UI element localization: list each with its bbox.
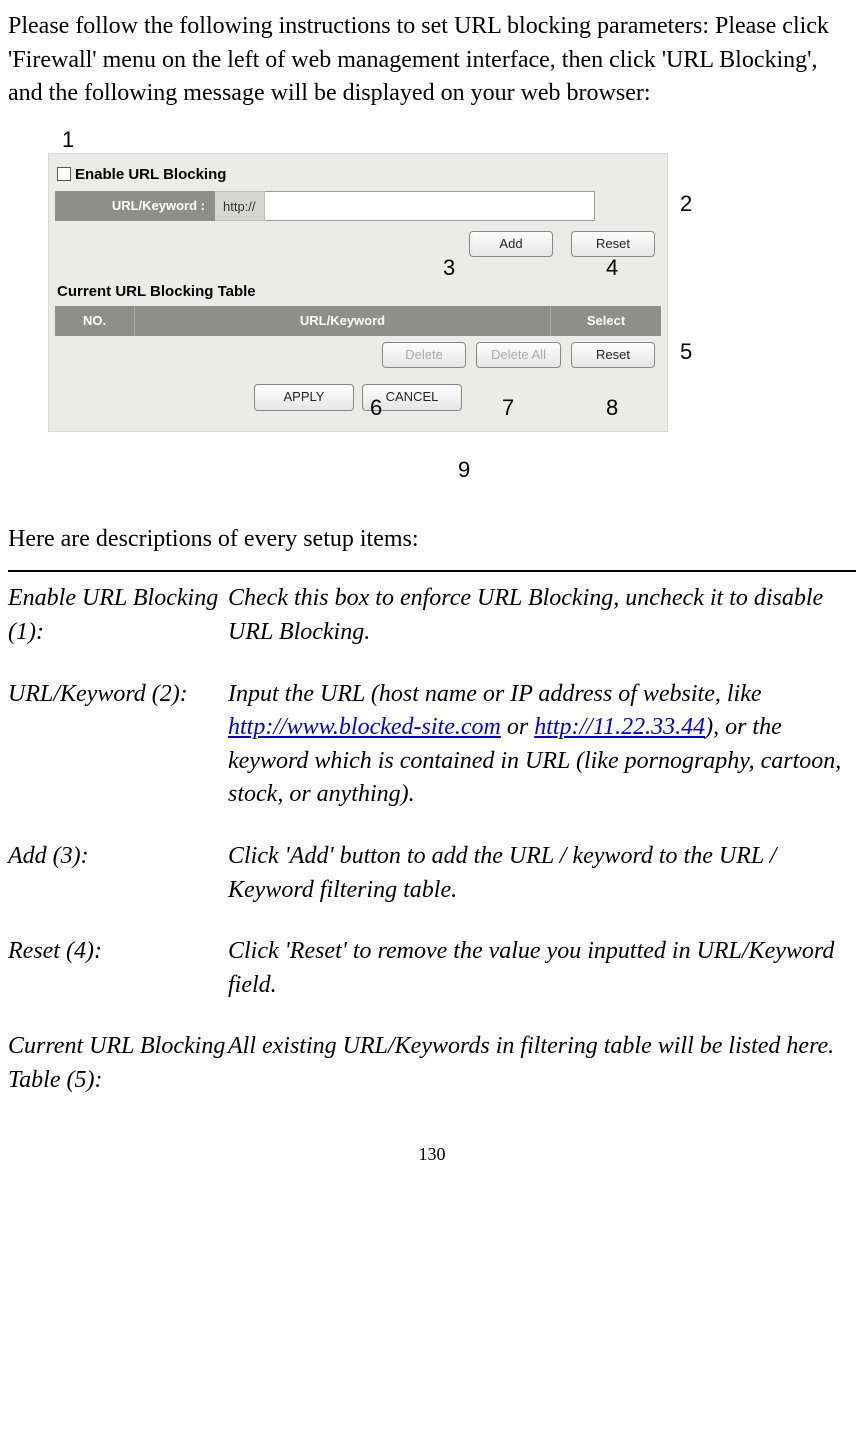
def-body: Input the URL (host name or IP address o… [228,678,856,812]
definitions-list: Enable URL Blocking (1): Check this box … [8,582,856,1097]
screenshot-figure: Enable URL Blocking URL/Keyword : http:/… [48,135,728,495]
def-term: URL/Keyword (2): [8,678,228,812]
def-term: Reset (4): [8,935,228,1002]
def-text: or [501,714,534,740]
def-body: Click 'Add' button to add the URL / keyw… [228,840,856,907]
reset2-button[interactable]: Reset [571,342,655,368]
descriptions-intro: Here are descriptions of every setup ite… [8,523,856,557]
def-term: Current URL Blocking Table (5): [8,1030,228,1097]
def-enable: Enable URL Blocking (1): Check this box … [8,582,856,649]
callout-6: 6 [370,393,382,424]
add-reset-row: Add Reset [55,221,661,263]
table-title: Current URL Blocking Table [55,263,661,306]
def-body: Check this box to enforce URL Blocking, … [228,582,856,649]
def-term: Enable URL Blocking (1): [8,582,228,649]
delete-all-button[interactable]: Delete All [476,342,561,368]
th-no: NO. [55,306,135,336]
example-link-1[interactable]: http://www.blocked-site.com [228,714,501,740]
example-link-2[interactable]: http://11.22.33.44 [534,714,705,740]
callout-2: 2 [680,189,692,220]
def-body: Click 'Reset' to remove the value you in… [228,935,856,1002]
th-select: Select [551,306,661,336]
enable-label: Enable URL Blocking [75,164,226,185]
apply-cancel-row: APPLY CANCEL [55,374,661,416]
delete-button[interactable]: Delete [382,342,466,368]
def-text: Input the URL (host name or IP address o… [228,681,762,707]
def-body: All existing URL/Keywords in filtering t… [228,1030,856,1097]
apply-button[interactable]: APPLY [254,384,354,410]
enable-checkbox[interactable] [57,167,71,181]
enable-row: Enable URL Blocking [55,160,661,191]
http-prefix: http:// [215,191,265,221]
url-keyword-label: URL/Keyword : [55,191,215,221]
def-add: Add (3): Click 'Add' button to add the U… [8,840,856,907]
def-current-table: Current URL Blocking Table (5): All exis… [8,1030,856,1097]
callout-4: 4 [606,253,618,284]
table-header: NO. URL/Keyword Select [55,306,661,336]
callout-9: 9 [458,455,470,486]
callout-3: 3 [443,253,455,284]
callout-5: 5 [680,337,692,368]
delete-row: Delete Delete All Reset [55,336,661,374]
def-reset: Reset (4): Click 'Reset' to remove the v… [8,935,856,1002]
def-url-keyword: URL/Keyword (2): Input the URL (host nam… [8,678,856,812]
th-keyword: URL/Keyword [135,306,551,336]
divider [8,570,856,572]
callout-7: 7 [502,393,514,424]
url-input[interactable] [265,191,595,221]
add-button[interactable]: Add [469,231,553,257]
url-blocking-panel: Enable URL Blocking URL/Keyword : http:/… [48,153,668,432]
callout-1: 1 [62,125,74,156]
def-term: Add (3): [8,840,228,907]
intro-paragraph: Please follow the following instructions… [8,10,856,111]
page-number: 130 [8,1142,856,1167]
callout-8: 8 [606,393,618,424]
url-input-row: URL/Keyword : http:// [55,191,661,221]
